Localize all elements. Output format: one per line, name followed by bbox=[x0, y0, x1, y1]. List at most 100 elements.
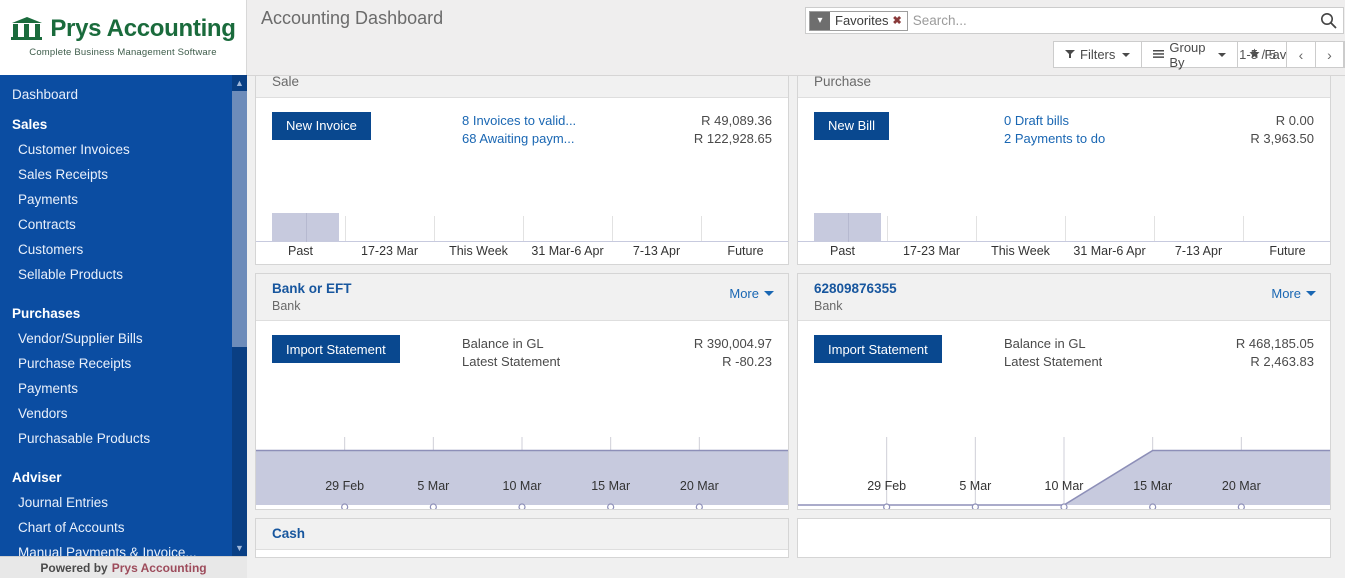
kpi-value: R 49,089.36 bbox=[701, 112, 772, 128]
search-facet-label: Favorites bbox=[835, 13, 889, 28]
kpi-label[interactable]: 0 Draft bills bbox=[1004, 112, 1069, 130]
pagination: 1-5 / 5 ‹ › bbox=[1239, 41, 1344, 68]
x-axis: 29 Feb 5 Mar 10 Mar 15 Mar 20 Mar bbox=[798, 479, 1330, 495]
bank-eft-area-chart: 29 Feb 5 Mar 10 Mar 15 Mar 20 Mar bbox=[256, 431, 788, 509]
card-account-more-dropdown[interactable]: More bbox=[1271, 286, 1316, 301]
axis-tick-label: Past bbox=[287, 243, 314, 258]
card-account-62809876355: 62809876355 Bank More Import Statement B… bbox=[797, 272, 1331, 510]
import-statement-button[interactable]: Import Statement bbox=[814, 335, 942, 363]
brand-tagline: Complete Business Management Software bbox=[29, 47, 217, 59]
gridline bbox=[1243, 215, 1244, 242]
chevron-left-icon[interactable]: ‹ bbox=[1286, 41, 1315, 68]
chevron-down-icon bbox=[1306, 290, 1316, 296]
area-plot bbox=[798, 437, 1330, 509]
dashboard-grid: Sale New Invoice 8 Invoices to valid... … bbox=[247, 76, 1345, 578]
card-cash: Cash bbox=[255, 518, 789, 558]
sidebar-item-purchase-receipts[interactable]: Purchase Receipts bbox=[0, 351, 247, 376]
sidebar-item-manual-payments-invoice[interactable]: Manual Payments & Invoice... bbox=[0, 540, 247, 556]
sidebar-item-customers[interactable]: Customers bbox=[0, 237, 247, 262]
card-account-body: Import Statement Balance in GL R 468,185… bbox=[798, 321, 1330, 431]
axis-tick-label: 15 Mar bbox=[1133, 479, 1173, 493]
sidebar-group-purchases: Purchases bbox=[12, 305, 81, 321]
sidebar-group-sales: Sales bbox=[12, 116, 48, 132]
card-purchase-title: Purchase bbox=[814, 76, 872, 89]
sidebar-scrollbar[interactable]: ▲ ▼ bbox=[232, 74, 247, 556]
dashboard-row-3: Cash bbox=[255, 518, 1337, 558]
kpi-label: Latest Statement bbox=[1004, 354, 1103, 370]
sidebar-item-payments[interactable]: Payments bbox=[0, 376, 247, 401]
x-axis: Past 17-23 Mar This Week 31 Mar-6 Apr 7-13 A… bbox=[798, 242, 1330, 264]
card-sale-header: Sale bbox=[256, 76, 788, 98]
kpi-value: R 2,463.83 bbox=[1250, 354, 1314, 370]
axis-tick-label: 5 Mar bbox=[417, 479, 450, 493]
bar-segment-divider bbox=[847, 212, 849, 242]
group-by-button[interactable]: Group By bbox=[1141, 39, 1237, 70]
gridline bbox=[1154, 215, 1155, 242]
brand-logo[interactable]: Prys Accounting Complete Business Manage… bbox=[0, 0, 247, 75]
close-x-icon[interactable]: ✖ bbox=[892, 14, 906, 27]
axis-tick-label: 20 Mar bbox=[679, 479, 719, 493]
scrollbar-thumb[interactable] bbox=[232, 90, 247, 347]
purchase-bar-chart: Past 17-23 Mar This Week 31 Mar-6 Apr 7-13 A… bbox=[798, 208, 1330, 264]
kpi-label: Balance in GL bbox=[1004, 336, 1086, 351]
new-bill-button[interactable]: New Bill bbox=[814, 111, 889, 140]
chevron-right-icon[interactable]: › bbox=[1315, 41, 1344, 68]
scroll-up-icon[interactable]: ▲ bbox=[232, 74, 247, 91]
card-purchase-body: New Bill 0 Draft bills R 0.00 2 Payments… bbox=[798, 98, 1330, 208]
card-purchase-header: Purchase bbox=[798, 76, 1330, 98]
kpi-label[interactable]: 68 Awaiting paym... bbox=[462, 130, 575, 148]
gridline bbox=[345, 215, 346, 242]
x-axis: 29 Feb 5 Mar 10 Mar 15 Mar 20 Mar bbox=[256, 479, 788, 495]
magnifier-icon[interactable] bbox=[1313, 8, 1343, 33]
sidebar-item-dashboard[interactable]: Dashboard bbox=[0, 83, 247, 108]
card-bank-eft: Bank or EFT Bank More Import Statement B… bbox=[255, 272, 789, 510]
group-by-label: Group By bbox=[1169, 39, 1206, 70]
kpi-value: R -80.23 bbox=[722, 354, 772, 370]
dashboard-row-1: Sale New Invoice 8 Invoices to valid... … bbox=[255, 76, 1337, 265]
search-input[interactable] bbox=[907, 10, 1313, 31]
search-facet-favorites[interactable]: ▾ Favorites ✖ bbox=[809, 10, 908, 31]
card-bank-eft-more-dropdown[interactable]: More bbox=[729, 286, 774, 301]
card-cash-header: Cash bbox=[256, 519, 788, 550]
axis-tick-label: This Week bbox=[991, 243, 1050, 258]
gridline bbox=[612, 215, 613, 242]
more-label: More bbox=[729, 285, 759, 301]
sidebar-item-purchasable-products[interactable]: Purchasable Products bbox=[0, 426, 247, 451]
sidebar-item-sellable-products[interactable]: Sellable Products bbox=[0, 262, 247, 287]
search-bar[interactable]: ▾ Favorites ✖ bbox=[805, 7, 1344, 34]
sidebar-item-payments[interactable]: Payments bbox=[0, 187, 247, 212]
card-bank-eft-kpis: Balance in GL R 390,004.97 Latest Statem… bbox=[462, 335, 772, 431]
bar-segment-divider bbox=[305, 212, 307, 242]
scrollbar-track[interactable] bbox=[232, 346, 247, 540]
kpi-row: Latest Statement R -80.23 bbox=[462, 353, 772, 371]
sidebar-nav: Dashboard Sales Customer Invoices Sales Rec… bbox=[0, 74, 247, 556]
new-invoice-button[interactable]: New Invoice bbox=[272, 111, 371, 140]
gridline bbox=[434, 215, 435, 242]
kpi-label[interactable]: 2 Payments to do bbox=[1004, 130, 1105, 148]
sidebar-item-journal-entries[interactable]: Journal Entries bbox=[0, 490, 247, 515]
sidebar-item-vendor-supplier-bills[interactable]: Vendor/Supplier Bills bbox=[0, 326, 247, 351]
filters-label: Filters bbox=[1080, 47, 1116, 62]
kpi-row: Latest Statement R 2,463.83 bbox=[1004, 353, 1314, 371]
more-label: More bbox=[1271, 285, 1301, 301]
card-account-title[interactable]: 62809876355 bbox=[814, 281, 1316, 298]
card-account-header: 62809876355 Bank More bbox=[798, 273, 1330, 321]
sidebar-item-customer-invoices[interactable]: Customer Invoices bbox=[0, 137, 247, 162]
sidebar-item-vendors[interactable]: Vendors bbox=[0, 401, 247, 426]
kpi-label[interactable]: 8 Invoices to valid... bbox=[462, 112, 576, 130]
card-cash-title[interactable]: Cash bbox=[272, 526, 774, 543]
axis-tick-label: 17-23 Mar bbox=[903, 243, 960, 258]
card-bank-eft-title[interactable]: Bank or EFT bbox=[272, 281, 774, 298]
sidebar-item-sales-receipts[interactable]: Sales Receipts bbox=[0, 162, 247, 187]
sidebar-item-chart-of-accounts[interactable]: Chart of Accounts bbox=[0, 515, 247, 540]
sidebar-item-contracts[interactable]: Contracts bbox=[0, 212, 247, 237]
bar-plot bbox=[798, 208, 1330, 242]
scroll-down-icon[interactable]: ▼ bbox=[232, 540, 247, 556]
axis-tick-label: 5 Mar bbox=[959, 479, 992, 493]
brand-name: Prys Accounting bbox=[50, 15, 236, 43]
import-statement-button[interactable]: Import Statement bbox=[272, 335, 400, 363]
filters-button[interactable]: Filters bbox=[1053, 41, 1142, 68]
card-bank-eft-body: Import Statement Balance in GL R 390,004… bbox=[256, 321, 788, 431]
footer-product-name: Prys Accounting bbox=[111, 560, 207, 575]
